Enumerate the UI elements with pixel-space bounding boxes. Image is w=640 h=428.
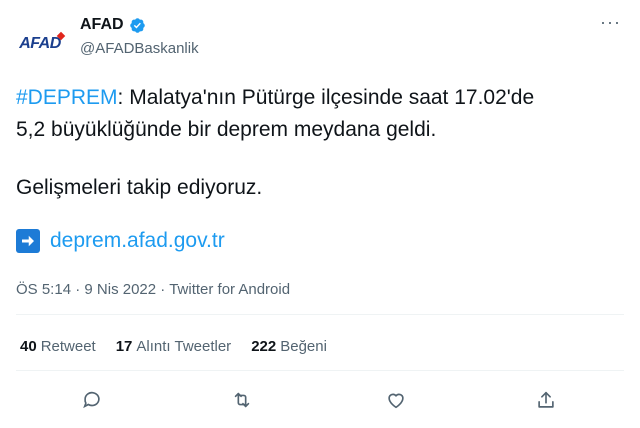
user-handle[interactable]: @AFADBaskanlik [80,40,199,57]
retweets-count: 40 [20,338,37,355]
like-button[interactable] [380,384,412,416]
likes-stat[interactable]: 222 Beğeni [251,338,327,355]
more-horizontal-icon: ··· [600,12,621,32]
tweet-link-text: deprem.afad.gov.tr [50,229,225,252]
verified-badge-icon [129,17,146,34]
display-name[interactable]: AFAD [80,16,124,34]
tweet-date[interactable]: 9 Nis 2022 [84,281,156,298]
tweet-link[interactable]: deprem.afad.gov.tr [16,229,225,253]
quotes-label: Alıntı Tweetler [136,338,232,355]
retweet-icon [234,392,250,408]
tweet-time[interactable]: ÖS 5:14 [16,281,71,298]
hashtag-link[interactable]: #DEPREM [16,86,118,109]
more-options-button[interactable]: ··· [600,12,621,33]
quotes-count: 17 [115,338,133,355]
meta-separator: · [75,281,81,298]
tweet-text-line-1-rest: : Malatya'nın Pütürge ilçesinde saat 17.… [117,86,535,109]
arrow-right-icon [16,229,40,253]
name-row: AFAD [80,16,146,34]
retweets-stat[interactable]: 40 Retweet [20,338,96,355]
retweet-button[interactable] [226,384,258,416]
share-button[interactable] [530,384,562,416]
tweet-source[interactable]: Twitter for Android [169,281,290,298]
likes-count: 222 [251,338,277,355]
like-icon [388,393,404,409]
tweet-text-line-1: #DEPREM: Malatya'nın Pütürge ilçesinde s… [16,86,534,110]
likes-label: Beğeni [280,338,327,355]
share-icon [538,391,554,408]
tweet-text-line-2: 5,2 büyüklüğünde bir deprem meydana geld… [16,118,437,141]
tweet-text-line-3: Gelişmeleri takip ediyoruz. [16,176,263,199]
tweet-meta: ÖS 5:14 · 9 Nis 2022 · Twitter for Andro… [16,281,290,298]
meta-separator: · [160,281,166,298]
divider [16,370,624,371]
retweets-label: Retweet [40,338,96,355]
tweet-stats: 40 Retweet 17 Alıntı Tweetler 222 Beğeni [20,338,347,355]
reply-button[interactable] [76,384,108,416]
avatar-logo-text: AFAD [19,35,61,52]
quotes-stat[interactable]: 17 Alıntı Tweetler [116,338,231,355]
divider [16,314,624,315]
avatar[interactable]: AFAD [14,18,66,70]
reply-icon [83,391,100,409]
